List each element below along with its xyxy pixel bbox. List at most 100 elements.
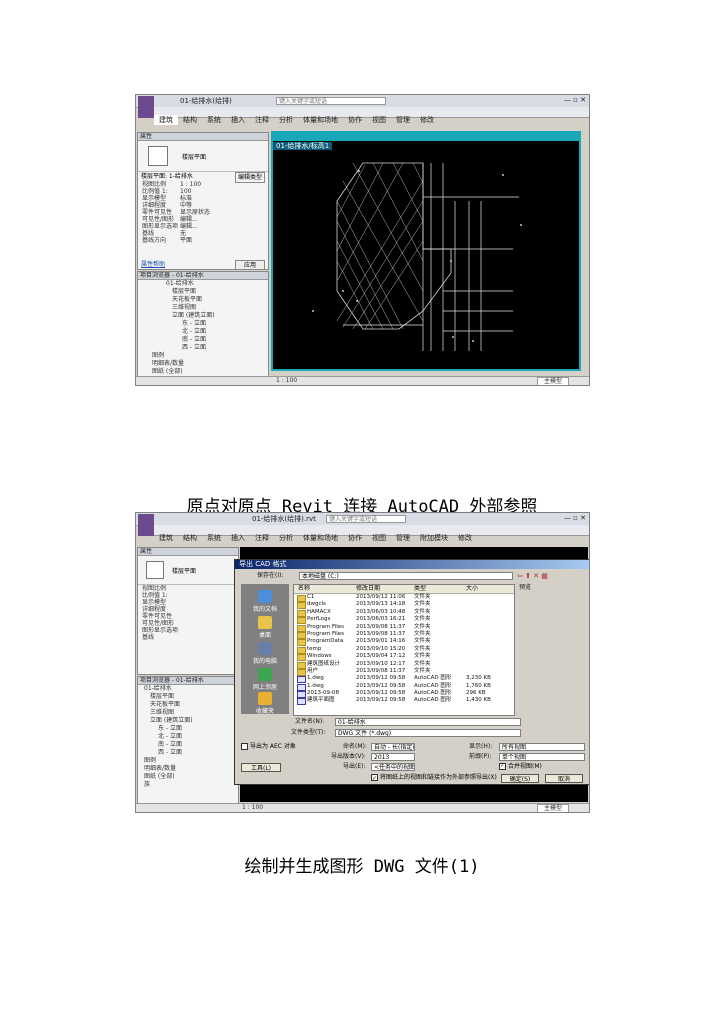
type-selector[interactable]: 楼层平面 bbox=[138, 556, 238, 585]
place-computer[interactable]: 我的电脑 bbox=[241, 642, 289, 665]
tab-manage[interactable]: 管理 bbox=[391, 533, 415, 543]
place-desktop[interactable]: 桌面 bbox=[241, 616, 289, 639]
tab-analyze[interactable]: 分析 bbox=[274, 115, 298, 125]
file-row[interactable]: dwgcls 2013/09/13 14:18 文件夹 bbox=[294, 601, 514, 610]
tree-item[interactable]: 西 - 立面 bbox=[138, 749, 238, 757]
file-row[interactable]: ProgramData 2013/09/01 14:16 文件夹 bbox=[294, 638, 514, 647]
search-input[interactable]: 键入关键字或短语 bbox=[276, 97, 386, 105]
tree-item[interactable]: 立面 (建筑立面) bbox=[138, 717, 238, 725]
link-xref-checkbox[interactable]: ✓ 将图纸上的视图和链接作为外部参照导出(X) bbox=[371, 774, 497, 782]
place-network[interactable]: 网上邻居 bbox=[241, 668, 289, 691]
tab-systems[interactable]: 系统 bbox=[202, 533, 226, 543]
tools-button[interactable]: 工具(L) bbox=[241, 763, 281, 772]
file-list[interactable]: 名称 修改日期 类型 大小 C1 2013/09/12 11:06 文件夹 dwgcl… bbox=[293, 584, 515, 716]
tree-item[interactable]: 南 - 立面 bbox=[138, 741, 238, 749]
tree-item[interactable]: 楼层平面 bbox=[138, 693, 238, 701]
aec-checkbox[interactable]: 导出为 AEC 对象 bbox=[241, 743, 296, 751]
place-favorites[interactable]: 收藏夹 bbox=[241, 692, 289, 715]
tab-architecture[interactable]: 建筑 bbox=[154, 533, 178, 543]
active-model[interactable]: 主模型 bbox=[536, 377, 569, 385]
ok-button[interactable]: 确定(S) bbox=[501, 774, 539, 783]
tab-manage[interactable]: 管理 bbox=[391, 115, 415, 125]
save-in-select[interactable]: 本地磁盘 (C:) bbox=[299, 572, 513, 580]
tab-view[interactable]: 视图 bbox=[367, 533, 391, 543]
tree-item[interactable]: 三维视图 bbox=[138, 709, 238, 717]
file-row[interactable]: 建筑图纸设计 2013/09/10 12:17 文件夹 bbox=[294, 661, 514, 669]
tab-structure[interactable]: 结构 bbox=[178, 533, 202, 543]
tree-item[interactable]: 明细表/数量 bbox=[138, 765, 238, 773]
tree-item[interactable]: 图例 bbox=[138, 352, 268, 360]
tree-item[interactable]: 东 - 立面 bbox=[138, 320, 268, 328]
tree-item[interactable]: 天花板平面 bbox=[138, 296, 268, 304]
revit-logo-icon[interactable] bbox=[138, 514, 154, 536]
tree-item[interactable]: 立面 (建筑立面) bbox=[138, 312, 268, 320]
file-row[interactable]: HAMACX 2013/06/03 10:48 文件夹 bbox=[294, 609, 514, 617]
file-row[interactable]: Windows 2013/09/04 17:12 文件夹 bbox=[294, 653, 514, 662]
tree-item[interactable]: 01-给排水 bbox=[138, 685, 238, 693]
tree-item[interactable]: 西 - 立面 bbox=[138, 344, 268, 352]
tab-insert[interactable]: 插入 bbox=[226, 533, 250, 543]
tab-addins[interactable]: 附加模块 bbox=[415, 533, 453, 543]
prefix-select[interactable]: 单个视图 bbox=[499, 753, 585, 761]
cancel-button[interactable]: 取消 bbox=[545, 774, 583, 783]
place-documents[interactable]: 我的文档 bbox=[241, 590, 289, 613]
tab-annotate[interactable]: 注释 bbox=[250, 533, 274, 543]
export-select[interactable]: <任务中的视图/图纸集> bbox=[371, 763, 415, 771]
view-scale[interactable]: 1 : 100 bbox=[276, 377, 297, 385]
view-selector[interactable]: 楼层平面: 1-给排水 bbox=[141, 172, 193, 181]
filetype-select[interactable]: DWG 文件 (*.dwg) bbox=[335, 729, 521, 737]
tree-item[interactable]: 图纸 (全部) bbox=[138, 368, 268, 376]
merge-views-checkbox[interactable]: ✓ 合并视图(M) bbox=[499, 763, 542, 771]
view-tab[interactable]: 01-给排水/标高1 bbox=[273, 133, 579, 150]
tree-item[interactable]: 东 - 立面 bbox=[138, 725, 238, 733]
apply-button[interactable]: 应用 bbox=[234, 260, 265, 269]
properties-help-link[interactable]: 属性帮助 bbox=[141, 260, 165, 269]
window-controls[interactable]: — ▫ ✕ bbox=[564, 514, 586, 522]
file-row[interactable]: 1.dwg 2013/09/12 09:58 AutoCAD 图形 1,760 KB bbox=[294, 683, 514, 691]
col-size[interactable]: 大小 bbox=[466, 585, 478, 593]
file-row[interactable]: Program Files 2013/09/08 11:37 文件夹 bbox=[294, 631, 514, 639]
file-row[interactable]: 建筑平面图 2013/09/12 09:58 AutoCAD 图形 1,430 KB bbox=[294, 697, 514, 706]
col-date[interactable]: 修改日期 bbox=[356, 585, 380, 593]
tree-item[interactable]: 三维视图 bbox=[138, 304, 268, 312]
tab-architecture[interactable]: 建筑 bbox=[154, 115, 178, 125]
file-row[interactable]: 1.dwg 2013/09/12 09:58 AutoCAD 图形 3,230 KB bbox=[294, 675, 514, 684]
tree-item[interactable]: 图纸 (全部) bbox=[138, 773, 238, 781]
tab-massing[interactable]: 体量和场地 bbox=[298, 115, 343, 125]
tree-item[interactable]: 北 - 立面 bbox=[138, 328, 268, 336]
tree-item[interactable]: 北 - 立面 bbox=[138, 733, 238, 741]
window-controls[interactable]: — ▫ ✕ bbox=[564, 96, 586, 104]
search-input[interactable]: 键入关键字或短语 bbox=[326, 515, 406, 523]
tab-systems[interactable]: 系统 bbox=[202, 115, 226, 125]
view-scale[interactable]: 1 : 100 bbox=[242, 804, 263, 812]
naming-select[interactable]: 自动 - 长(指定前缀) bbox=[371, 743, 415, 751]
drawing-view[interactable]: 01-给排水/标高1 bbox=[271, 131, 581, 371]
tab-insert[interactable]: 插入 bbox=[226, 115, 250, 125]
tree-item[interactable]: 图例 bbox=[138, 757, 238, 765]
tree-item[interactable]: 01-给排水 bbox=[138, 280, 268, 288]
revit-logo-icon[interactable] bbox=[138, 96, 154, 118]
tree-item[interactable]: 楼层平面 bbox=[138, 288, 268, 296]
col-type[interactable]: 类型 bbox=[414, 585, 426, 593]
tab-view[interactable]: 视图 bbox=[367, 115, 391, 125]
file-row[interactable]: temp 2013/09/10 15:20 文件夹 bbox=[294, 646, 514, 654]
file-row[interactable]: Program Files 2013/09/08 11:37 文件夹 bbox=[294, 624, 514, 632]
tab-collaborate[interactable]: 协作 bbox=[343, 115, 367, 125]
tab-modify[interactable]: 修改 bbox=[453, 533, 477, 543]
col-name[interactable]: 名称 bbox=[298, 585, 310, 593]
tree-item[interactable]: 南 - 立面 bbox=[138, 336, 268, 344]
view-select[interactable]: 所有视图 bbox=[499, 743, 585, 751]
tab-massing[interactable]: 体量和场地 bbox=[298, 533, 343, 543]
folder-tools-icons[interactable]: ⇦ ⬆ ✕ ▦ bbox=[517, 572, 548, 580]
file-row[interactable]: PerfLogs 2013/06/03 16:21 文件夹 bbox=[294, 616, 514, 625]
version-select[interactable]: 2013 bbox=[371, 753, 415, 761]
tab-annotate[interactable]: 注释 bbox=[250, 115, 274, 125]
tree-item[interactable]: 明细表/数量 bbox=[138, 360, 268, 368]
tree-item[interactable]: 天花板平面 bbox=[138, 701, 238, 709]
file-row[interactable]: 用户 2013/09/08 11:37 文件夹 bbox=[294, 668, 514, 676]
tab-modify[interactable]: 修改 bbox=[415, 115, 439, 125]
type-selector[interactable]: 楼层平面 bbox=[138, 141, 268, 172]
filename-input[interactable]: 01-给排水 bbox=[335, 718, 521, 726]
tab-collaborate[interactable]: 协作 bbox=[343, 533, 367, 543]
tree-item[interactable]: 族 bbox=[138, 781, 238, 789]
